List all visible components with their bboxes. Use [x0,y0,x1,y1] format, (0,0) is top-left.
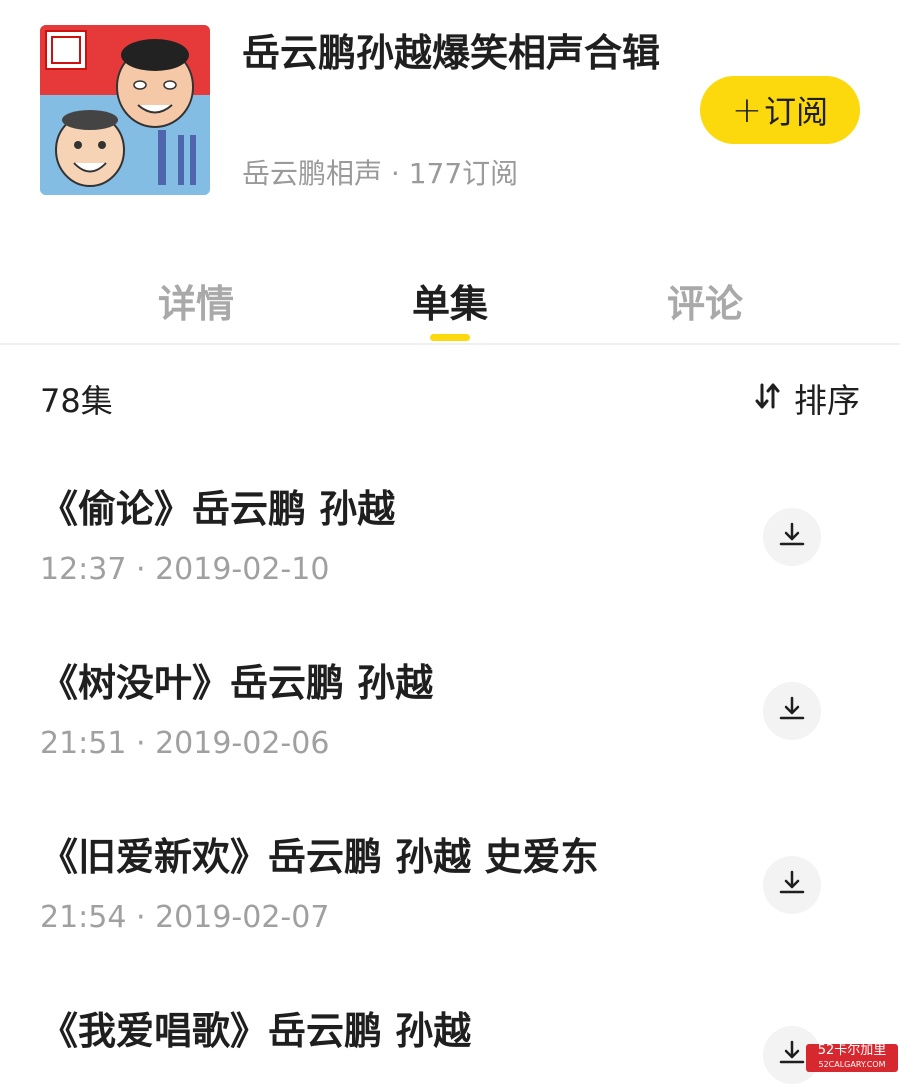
subscribe-button[interactable]: + 订阅 [700,76,860,144]
episode-title: 《树没叶》岳云鹏 孙越 [40,661,434,705]
download-button[interactable] [763,508,821,566]
download-button[interactable] [763,856,821,914]
episode-title: 《旧爱新欢》岳云鹏 孙越 史爱东 [40,835,599,879]
episode-meta: 12:37 · 2019-02-10 [40,552,330,587]
download-icon [777,1038,807,1072]
active-tab-indicator [430,334,470,341]
watermark-main: 52卡尔加里 [817,1043,887,1058]
episode-duration: 21:51 [40,726,127,761]
download-icon [777,868,807,902]
download-icon [777,694,807,728]
sort-label: 排序 [794,381,860,420]
sort-icon [754,381,780,415]
album-header: 岳云鹏孙越爆笑相声合辑 岳云鹏相声 · 177订阅 + 订阅 [0,0,900,230]
subscribe-label: 订阅 [764,93,829,131]
episode-item[interactable]: 《旧爱新欢》岳云鹏 孙越 史爱东 21:54 · 2019-02-07 [0,826,900,996]
episode-title: 《我爱唱歌》岳云鹏 孙越 [40,1009,472,1053]
tab-episodes[interactable]: 单集 [350,273,550,328]
meta-separator: · [382,157,409,190]
album-cover[interactable] [40,25,210,195]
episode-meta: 21:51 · 2019-02-06 [40,726,330,761]
watermark-sub: 52CALGARY.COM [818,1060,886,1069]
album-author[interactable]: 岳云鹏相声 [242,157,382,190]
episode-count: 78集 [40,382,113,420]
episode-list-header: 78集 排序 [0,372,900,422]
episode-duration: 12:37 [40,552,127,587]
download-button[interactable] [763,682,821,740]
episode-title: 《偷论》岳云鹏 孙越 [40,487,396,531]
episode-meta: 21:54 · 2019-02-07 [40,900,330,935]
album-title: 岳云鹏孙越爆笑相声合辑 [242,31,661,75]
plus-icon: + [731,89,763,131]
download-icon [777,520,807,554]
episode-item[interactable]: 《偷论》岳云鹏 孙越 12:37 · 2019-02-10 [0,478,900,648]
episode-item[interactable]: 《我爱唱歌》岳云鹏 孙越 [0,1000,900,1084]
episode-item[interactable]: 《树没叶》岳云鹏 孙越 21:51 · 2019-02-06 [0,652,900,822]
subscriber-count: 177订阅 [408,157,519,190]
episode-duration: 21:54 [40,900,127,935]
episode-date: 2019-02-10 [155,552,330,587]
tab-details[interactable]: 详情 [96,273,296,328]
episode-date: 2019-02-07 [155,900,330,935]
episode-date: 2019-02-06 [155,726,330,761]
album-meta[interactable]: 岳云鹏相声 · 177订阅 [242,152,518,192]
sort-button[interactable]: 排序 [754,374,860,422]
tab-comments[interactable]: 评论 [605,273,805,328]
tab-bar: 详情 单集 评论 [0,255,900,345]
watermark-logo: 52卡尔加里 52CALGARY.COM [806,1044,898,1072]
